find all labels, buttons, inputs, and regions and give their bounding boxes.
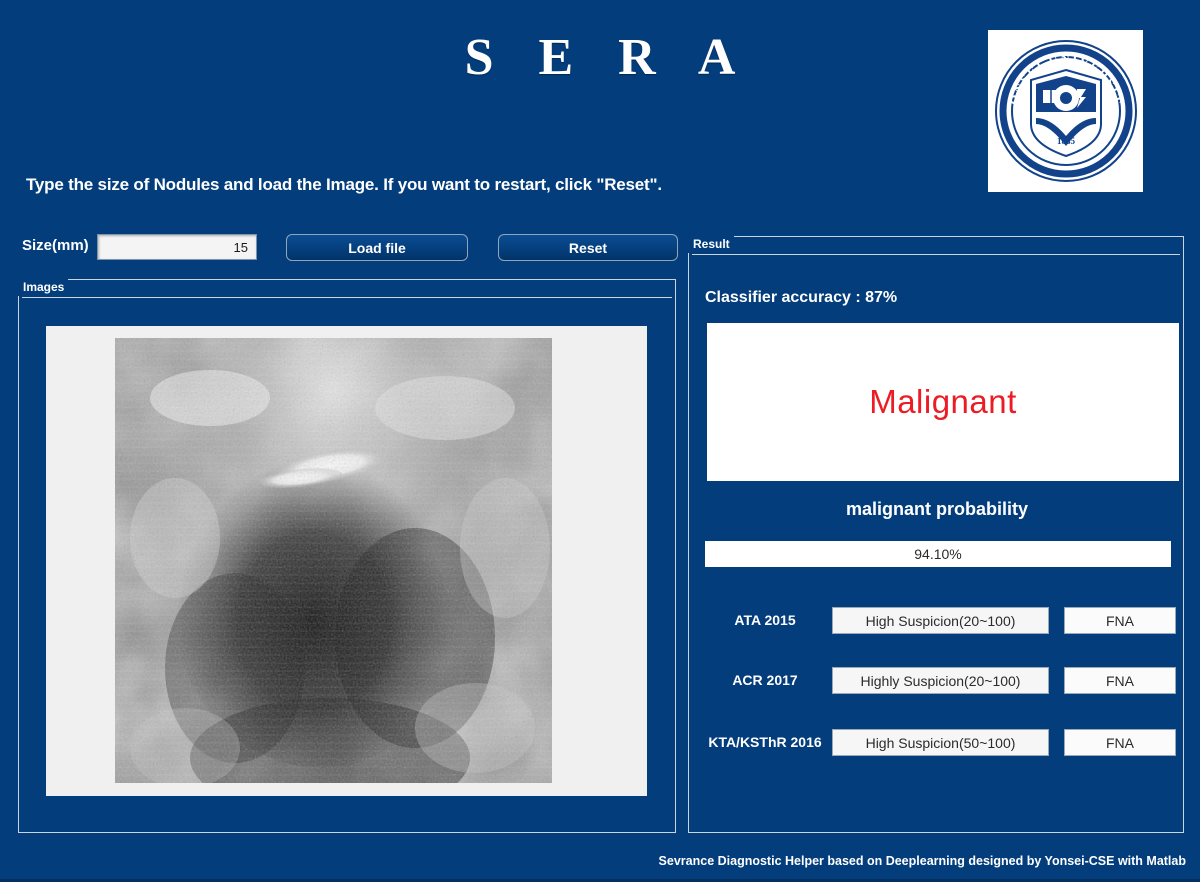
- instruction-text: Type the size of Nodules and load the Im…: [26, 175, 662, 194]
- university-logo: YONSEI UNIVERSITY 연세대학교 1885: [988, 30, 1143, 192]
- images-panel: Images: [18, 279, 676, 833]
- app-header: S E R A YONSEI UNIVERSITY 연세대학교: [0, 0, 1200, 200]
- guideline-row-ata: ATA 2015 High Suspicion(20~100) FNA: [689, 607, 1185, 637]
- ultrasound-image[interactable]: [115, 338, 552, 783]
- footer-text: Sevrance Diagnostic Helper based on Deep…: [658, 854, 1186, 868]
- image-canvas: [46, 326, 647, 796]
- load-file-button[interactable]: Load file: [286, 234, 468, 261]
- guideline-name: KTA/KSThR 2016: [708, 734, 822, 750]
- yonsei-seal-icon: YONSEI UNIVERSITY 연세대학교 1885: [991, 32, 1137, 182]
- guideline-category: Highly Suspicion(20~100): [832, 667, 1049, 694]
- guideline-action: FNA: [1064, 729, 1176, 756]
- size-label: Size(mm): [22, 237, 89, 254]
- size-input[interactable]: [97, 234, 257, 260]
- probability-label: malignant probability: [845, 499, 1028, 519]
- images-panel-title: Images: [18, 279, 69, 296]
- ultrasound-scan-graphic: [115, 338, 552, 783]
- svg-text:1885: 1885: [1057, 136, 1076, 146]
- guideline-action: FNA: [1064, 607, 1176, 634]
- guideline-category: High Suspicion(50~100): [832, 729, 1049, 756]
- guideline-name: ATA 2015: [734, 612, 796, 628]
- guideline-category: High Suspicion(20~100): [832, 607, 1049, 634]
- images-panel-divider: [22, 297, 672, 298]
- guideline-row-acr: ACR 2017 Highly Suspicion(20~100) FNA: [689, 667, 1185, 697]
- reset-button[interactable]: Reset: [498, 234, 678, 261]
- guideline-row-kta: KTA/KSThR 2016 High Suspicion(50~100) FN…: [689, 729, 1185, 759]
- guideline-name: ACR 2017: [732, 672, 798, 688]
- probability-value: 94.10%: [705, 541, 1171, 567]
- classifier-accuracy: Classifier accuracy : 87%: [705, 289, 898, 306]
- guideline-action: FNA: [1064, 667, 1176, 694]
- result-panel-title: Result: [688, 236, 734, 253]
- diagnosis-result-box: Malignant: [707, 323, 1179, 481]
- diagnosis-verdict: Malignant: [869, 383, 1017, 420]
- result-panel: Result Classifier accuracy : 87% Maligna…: [688, 236, 1184, 833]
- result-panel-divider: [692, 254, 1180, 255]
